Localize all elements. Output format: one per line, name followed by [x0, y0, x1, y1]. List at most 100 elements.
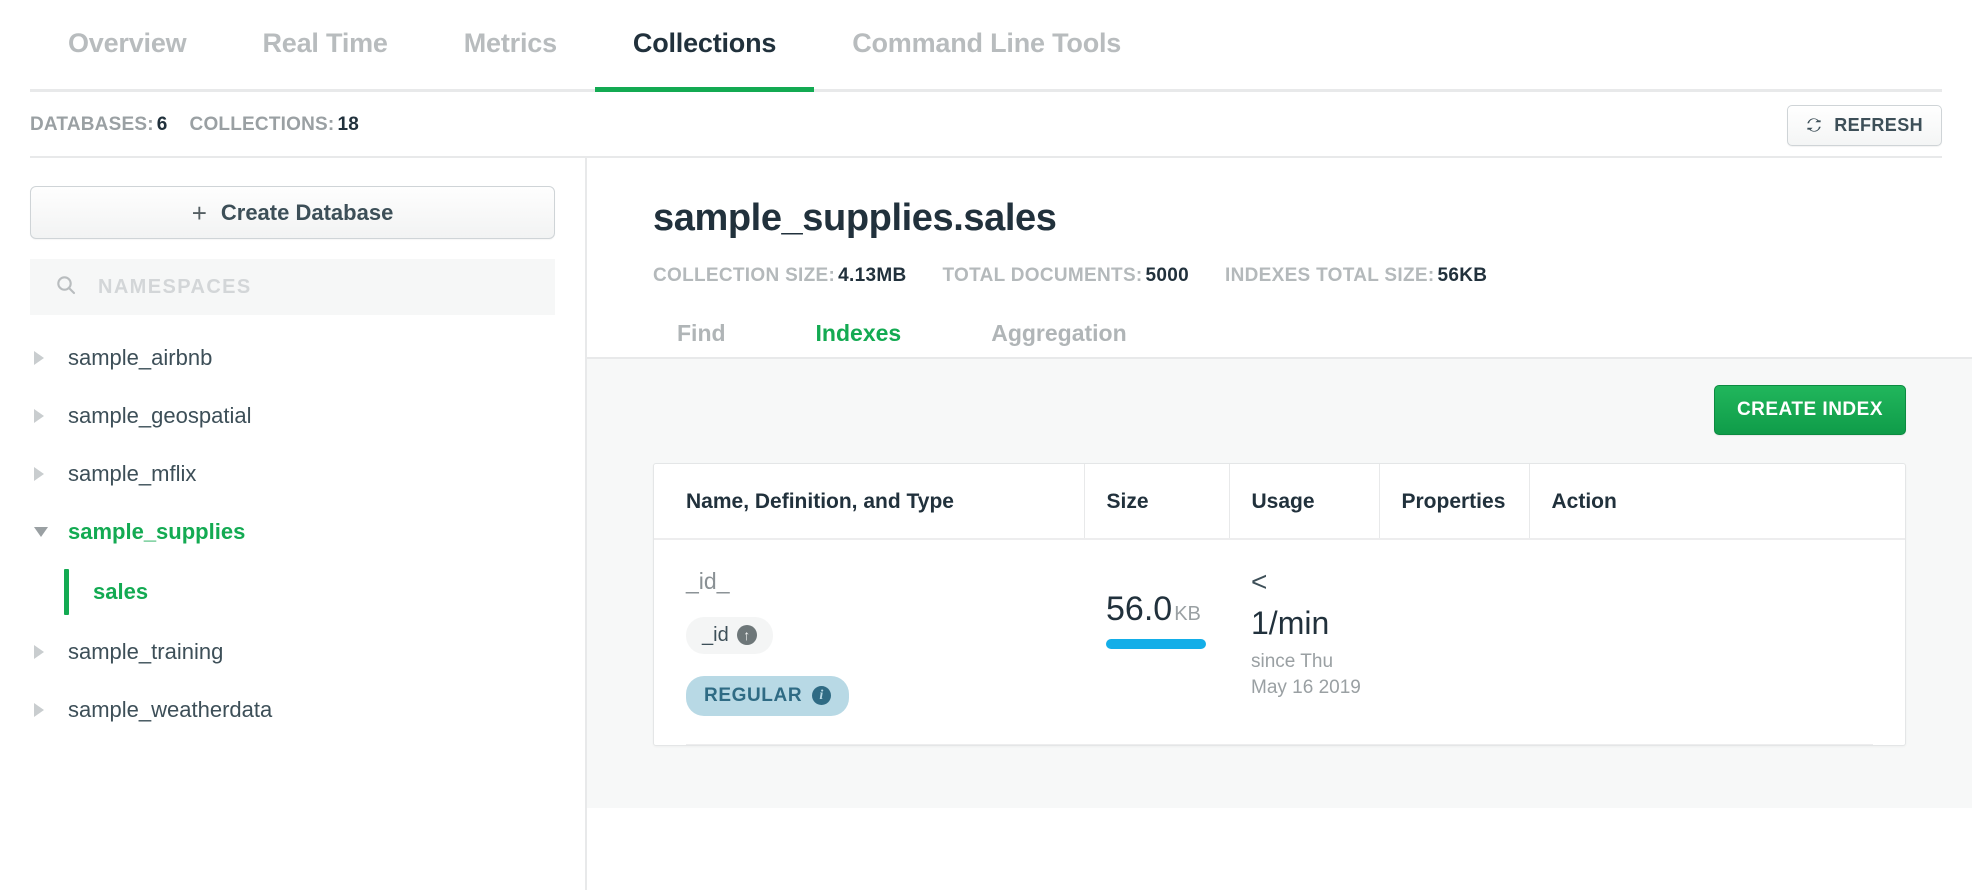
collection-stats: COLLECTION SIZE:4.13MB TOTAL DOCUMENTS:5… [653, 265, 1972, 287]
usage-rate: 1/min [1251, 606, 1378, 641]
stat-label: COLLECTION SIZE: [653, 265, 835, 286]
stat-total-documents: TOTAL DOCUMENTS:5000 [942, 265, 1189, 287]
cell-size: 56.0KB [1084, 539, 1229, 744]
column-header-size[interactable]: Size [1084, 464, 1229, 539]
stat-label: INDEXES TOTAL SIZE: [1225, 265, 1434, 286]
create-database-button[interactable]: + Create Database [30, 186, 555, 239]
sidebar-item-sample_mflix[interactable]: sample_mflix [30, 445, 555, 503]
sidebar-children-sample_supplies: sales [30, 561, 555, 623]
table-row: _id_ _id ↑ REG [654, 539, 1905, 744]
chevron-right-icon[interactable] [34, 351, 64, 365]
sidebar-item-sample_supplies[interactable]: sample_supplies [30, 503, 555, 561]
cell-properties [1379, 539, 1529, 744]
sidebar-item-label: sample_airbnb [68, 345, 212, 371]
namespaces-search-placeholder: NAMESPACES [98, 276, 252, 299]
sidebar-item-label: sample_mflix [68, 461, 196, 487]
index-size-value: 56.0 [1106, 590, 1172, 628]
status-badge[interactable]: REGULAR i [686, 676, 849, 716]
usage-comparator: < [1251, 568, 1378, 596]
tab-collections[interactable]: Collections [595, 0, 814, 92]
tab-aggregation[interactable]: Aggregation [967, 313, 1150, 359]
collection-detail-panel: sample_supplies.sales COLLECTION SIZE:4.… [587, 158, 1972, 890]
index-key-field: _id [702, 624, 729, 647]
cell-action [1529, 539, 1905, 744]
selected-indicator [64, 569, 69, 615]
tab-overview[interactable]: Overview [30, 0, 224, 92]
namespaces-sidebar: + Create Database NAMESPACES sample_airb… [0, 158, 587, 890]
collections-value: 18 [337, 114, 359, 135]
usage-since: since Thu May 16 2019 [1251, 649, 1378, 700]
index-type-label: REGULAR [704, 685, 802, 707]
page-body: + Create Database NAMESPACES sample_airb… [0, 158, 1972, 890]
sidebar-item-sales[interactable]: sales [64, 561, 555, 623]
cell-name-definition-type: _id_ _id ↑ REG [654, 539, 1084, 744]
sidebar-item-label: sample_supplies [68, 519, 245, 545]
usage-since-line-2: May 16 2019 [1251, 675, 1378, 701]
chevron-right-icon[interactable] [34, 409, 64, 423]
index-usage: < 1/min since Thu May 16 2019 [1251, 568, 1378, 700]
plus-icon: + [192, 200, 207, 226]
collection-header: sample_supplies.sales COLLECTION SIZE:4.… [587, 158, 1972, 359]
tab-command-line-tools[interactable]: Command Line Tools [814, 0, 1159, 92]
tab-metrics[interactable]: Metrics [426, 0, 595, 92]
top-tab-list: Overview Real Time Metrics Collections C… [30, 0, 1159, 92]
indexes-table-card: Name, Definition, and Type Size Usage Pr… [653, 463, 1906, 746]
stat-collection-size: COLLECTION SIZE:4.13MB [653, 265, 906, 287]
create-database-label: Create Database [221, 200, 393, 226]
collections-page: Overview Real Time Metrics Collections C… [0, 0, 1972, 890]
collections-label: COLLECTIONS: [190, 114, 335, 135]
refresh-button[interactable]: REFRESH [1787, 105, 1942, 146]
sidebar-item-sample_airbnb[interactable]: sample_airbnb [30, 329, 555, 387]
indexes-pane: CREATE INDEX Name, Definition, and Type … [587, 359, 1972, 808]
refresh-label: REFRESH [1834, 115, 1923, 136]
info-icon[interactable]: i [812, 686, 831, 705]
namespaces-tree: sample_airbnb sample_geospatial sample_m… [30, 329, 555, 739]
sidebar-item-sample_geospatial[interactable]: sample_geospatial [30, 387, 555, 445]
usage-since-line-1: since Thu [1251, 649, 1378, 675]
sidebar-item-sample_training[interactable]: sample_training [30, 623, 555, 681]
create-index-button[interactable]: CREATE INDEX [1714, 385, 1906, 435]
indexes-actions: CREATE INDEX [653, 385, 1906, 435]
tab-real-time[interactable]: Real Time [224, 0, 425, 92]
index-name: _id_ [686, 568, 1083, 595]
stat-value: 56KB [1437, 265, 1487, 286]
stat-label: TOTAL DOCUMENTS: [942, 265, 1142, 286]
index-keys: _id ↑ [686, 617, 1083, 654]
chevron-right-icon[interactable] [34, 467, 64, 481]
indexes-table: Name, Definition, and Type Size Usage Pr… [654, 464, 1905, 744]
counts-group: DATABASES:6 COLLECTIONS:18 [30, 114, 359, 136]
table-header-row: Name, Definition, and Type Size Usage Pr… [654, 464, 1905, 539]
databases-count: DATABASES:6 [30, 114, 168, 136]
sidebar-item-label: sales [93, 579, 148, 605]
column-header-properties[interactable]: Properties [1379, 464, 1529, 539]
sidebar-item-label: sample_training [68, 639, 223, 665]
search-icon [54, 273, 78, 302]
databases-value: 6 [157, 114, 168, 135]
column-header-usage[interactable]: Usage [1229, 464, 1379, 539]
stat-value: 4.13MB [838, 265, 906, 286]
namespaces-search[interactable]: NAMESPACES [30, 259, 555, 315]
tab-indexes[interactable]: Indexes [792, 313, 926, 359]
index-size-unit: KB [1174, 603, 1201, 625]
chevron-down-icon[interactable] [34, 527, 64, 537]
stat-value: 5000 [1146, 265, 1189, 286]
sort-ascending-icon: ↑ [737, 625, 757, 645]
index-key-chip: _id ↑ [686, 617, 773, 654]
sidebar-item-sample_weatherdata[interactable]: sample_weatherdata [30, 681, 555, 739]
tab-find[interactable]: Find [653, 313, 750, 359]
sidebar-item-label: sample_geospatial [68, 403, 251, 429]
refresh-icon [1804, 115, 1824, 135]
column-header-action[interactable]: Action [1529, 464, 1905, 539]
chevron-right-icon[interactable] [34, 645, 64, 659]
collection-subtabs: Find Indexes Aggregation [653, 313, 1972, 359]
indexes-table-body: _id_ _id ↑ REG [654, 539, 1905, 744]
collections-count: COLLECTIONS:18 [190, 114, 359, 136]
indexes-table-head: Name, Definition, and Type Size Usage Pr… [654, 464, 1905, 539]
index-size-bar [1106, 639, 1206, 649]
stat-indexes-total-size: INDEXES TOTAL SIZE:56KB [1225, 265, 1487, 287]
page-title: sample_supplies.sales [653, 198, 1972, 240]
table-row-divider [686, 744, 1873, 745]
column-header-name[interactable]: Name, Definition, and Type [654, 464, 1084, 539]
index-types: REGULAR i [686, 676, 1083, 716]
chevron-right-icon[interactable] [34, 703, 64, 717]
